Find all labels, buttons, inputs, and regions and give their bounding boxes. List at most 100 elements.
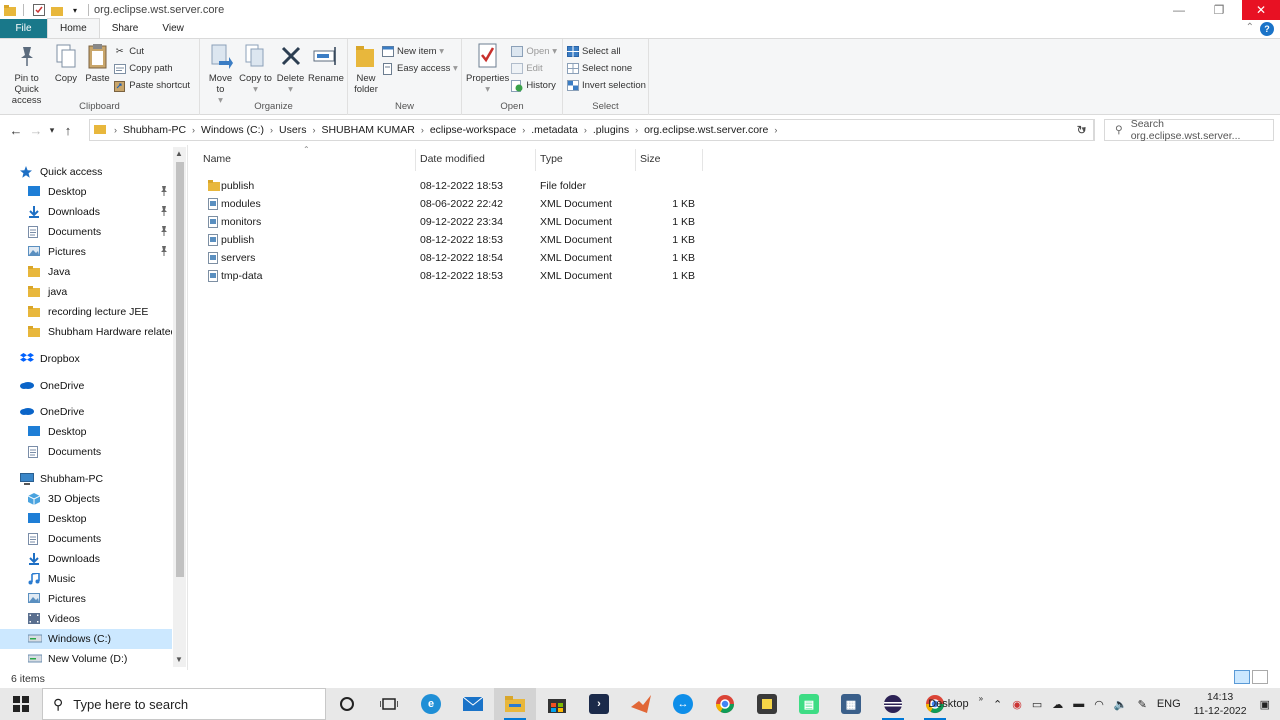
sidebar-item[interactable]: Shubham Hardware related s — [0, 322, 172, 342]
show-hidden-icons-icon[interactable]: ⌃ — [993, 698, 1002, 711]
sidebar-item[interactable]: Quick access — [0, 162, 172, 182]
breadcrumb-item[interactable]: Shubham-PC — [123, 124, 186, 136]
store-icon[interactable] — [536, 688, 578, 720]
sidebar-item[interactable]: recording lecture JEE — [0, 302, 172, 322]
sticky-notes-icon[interactable] — [746, 688, 788, 720]
sidebar-item[interactable]: Documents — [0, 442, 172, 462]
invert-selection-button[interactable]: Invert selection — [566, 77, 652, 94]
file-explorer-taskbar-icon[interactable] — [494, 688, 536, 720]
chevron-right-icon[interactable]: › — [584, 125, 587, 135]
recent-locations-icon[interactable]: ▾ — [46, 125, 58, 136]
close-button[interactable]: ✕ — [1242, 0, 1280, 20]
column-divider[interactable] — [415, 149, 416, 171]
onedrive-tray-icon[interactable]: ☁ — [1052, 698, 1063, 711]
volume-icon[interactable]: 🔈 — [1114, 698, 1128, 711]
sidebar-item[interactable]: Java — [0, 262, 172, 282]
file-row[interactable]: monitors 09-12-2022 23:34 XML Document 1 KB — [198, 213, 703, 231]
language-indicator[interactable]: ENG — [1157, 698, 1181, 710]
maximize-button[interactable]: ❐ — [1200, 0, 1238, 20]
new-item-button[interactable]: New item ▾ — [381, 43, 464, 60]
tab-share[interactable]: Share — [100, 19, 151, 38]
new-folder-icon[interactable] — [49, 2, 65, 18]
battery-icon[interactable]: ▬ — [1073, 698, 1084, 710]
forward-arrow-icon[interactable]: → — [26, 123, 46, 138]
notifications-icon[interactable]: ▣ — [1260, 698, 1270, 711]
task-view-icon[interactable] — [368, 688, 410, 720]
breadcrumb-item[interactable]: .metadata — [531, 124, 578, 136]
android-studio-icon[interactable]: ▤ — [788, 688, 830, 720]
chevron-right-icon[interactable]: › — [312, 125, 315, 135]
desktop-toolbar[interactable]: Desktop — [928, 698, 968, 710]
file-row[interactable]: servers 08-12-2022 18:54 XML Document 1 KB — [198, 249, 703, 267]
select-none-button[interactable]: Select none — [566, 60, 652, 77]
sidebar-item[interactable]: java — [0, 282, 172, 302]
copy-path-button[interactable]: Copy path — [113, 60, 196, 77]
scroll-down-icon[interactable]: ▼ — [175, 655, 183, 664]
sidebar-item[interactable]: OneDrive — [0, 402, 172, 422]
visual-studio-icon[interactable]: › — [578, 688, 620, 720]
file-row[interactable]: tmp-data 08-12-2022 18:53 XML Document 1 KB — [198, 267, 703, 285]
pen-icon[interactable]: ✎ — [1138, 698, 1147, 711]
help-icon[interactable]: ? — [1260, 22, 1274, 36]
breadcrumb-item[interactable]: SHUBHAM KUMAR — [321, 124, 414, 136]
breadcrumb-item[interactable]: .plugins — [593, 124, 629, 136]
details-view-icon[interactable] — [1234, 670, 1250, 684]
teamviewer-icon[interactable]: ↔ — [662, 688, 704, 720]
file-row[interactable]: modules 08-06-2022 22:42 XML Document 1 KB — [198, 195, 703, 213]
sidebar-item[interactable]: Dropbox — [0, 349, 172, 369]
column-header-type[interactable]: Type — [540, 153, 563, 165]
edit-button[interactable]: Edit — [510, 60, 563, 77]
large-icons-view-icon[interactable] — [1252, 670, 1268, 684]
sidebar-item[interactable]: Downloads — [0, 202, 172, 222]
chevron-right-icon[interactable]: › — [421, 125, 424, 135]
sidebar-item[interactable]: Windows (C:) — [0, 629, 172, 649]
chevron-right-icon[interactable]: › — [192, 125, 195, 135]
sidebar-item[interactable]: Videos — [0, 609, 172, 629]
paste-shortcut-button[interactable]: Paste shortcut — [113, 77, 196, 94]
sidebar-item[interactable]: Shubham-PC — [0, 469, 172, 489]
chevron-right-icon[interactable]: › — [522, 125, 525, 135]
tab-file[interactable]: File — [0, 19, 47, 38]
breadcrumb-item[interactable]: Windows (C:) — [201, 124, 264, 136]
ribbon-collapse-icon[interactable]: ⌃ — [1246, 22, 1254, 33]
refresh-icon[interactable]: ↻ — [1070, 119, 1094, 141]
column-divider[interactable] — [535, 149, 536, 171]
breadcrumb[interactable]: › Shubham-PC › Windows (C:) › Users › SHUBH… — [89, 119, 1095, 141]
toolbar-expand-icon[interactable]: » — [979, 694, 983, 703]
wifi-icon[interactable]: ◠ — [1094, 698, 1104, 711]
chrome-icon[interactable] — [704, 688, 746, 720]
sql-server-icon[interactable]: ▦ — [830, 688, 872, 720]
scroll-up-icon[interactable]: ▲ — [175, 149, 183, 158]
meet-now-icon[interactable]: ▭ — [1032, 698, 1042, 711]
breadcrumb-item[interactable]: Users — [279, 124, 306, 136]
chevron-right-icon[interactable]: › — [774, 125, 777, 135]
breadcrumb-item[interactable]: eclipse-workspace — [430, 124, 516, 136]
antivirus-icon[interactable]: ◉ — [1012, 698, 1022, 711]
sidebar-item[interactable]: Desktop — [0, 509, 172, 529]
open-button[interactable]: Open ▾ — [510, 43, 563, 60]
easy-access-button[interactable]: Easy access ▾ — [381, 60, 464, 77]
sidebar-item[interactable]: Documents — [0, 222, 172, 242]
sidebar-item[interactable]: New Volume (D:) — [0, 649, 172, 669]
chevron-right-icon[interactable]: › — [635, 125, 638, 135]
sidebar-item[interactable]: OneDrive — [0, 376, 172, 396]
sidebar-scrollbar-thumb[interactable] — [176, 162, 184, 577]
column-divider[interactable] — [702, 149, 703, 171]
cortana-icon[interactable] — [326, 688, 368, 720]
sidebar-item[interactable]: Music — [0, 569, 172, 589]
select-all-button[interactable]: Select all — [566, 43, 652, 60]
cut-button[interactable]: ✂ Cut — [113, 43, 196, 60]
file-row[interactable]: publish 08-12-2022 18:53 XML Document 1 KB — [198, 231, 703, 249]
eclipse-icon[interactable] — [872, 688, 914, 720]
mail-icon[interactable] — [452, 688, 494, 720]
windows-start-icon[interactable] — [0, 688, 42, 720]
tab-home[interactable]: Home — [47, 18, 100, 38]
sidebar-item[interactable]: Pictures — [0, 589, 172, 609]
up-arrow-icon[interactable]: ↑ — [58, 123, 78, 138]
column-header-size[interactable]: Size — [640, 153, 660, 165]
edge-icon[interactable]: e — [410, 688, 452, 720]
sidebar-item[interactable]: Desktop — [0, 422, 172, 442]
sidebar-item[interactable]: Desktop — [0, 182, 172, 202]
file-row[interactable]: publish 08-12-2022 18:53 File folder — [198, 177, 703, 195]
taskbar-search-input[interactable]: ⚲ Type here to search — [42, 688, 326, 720]
